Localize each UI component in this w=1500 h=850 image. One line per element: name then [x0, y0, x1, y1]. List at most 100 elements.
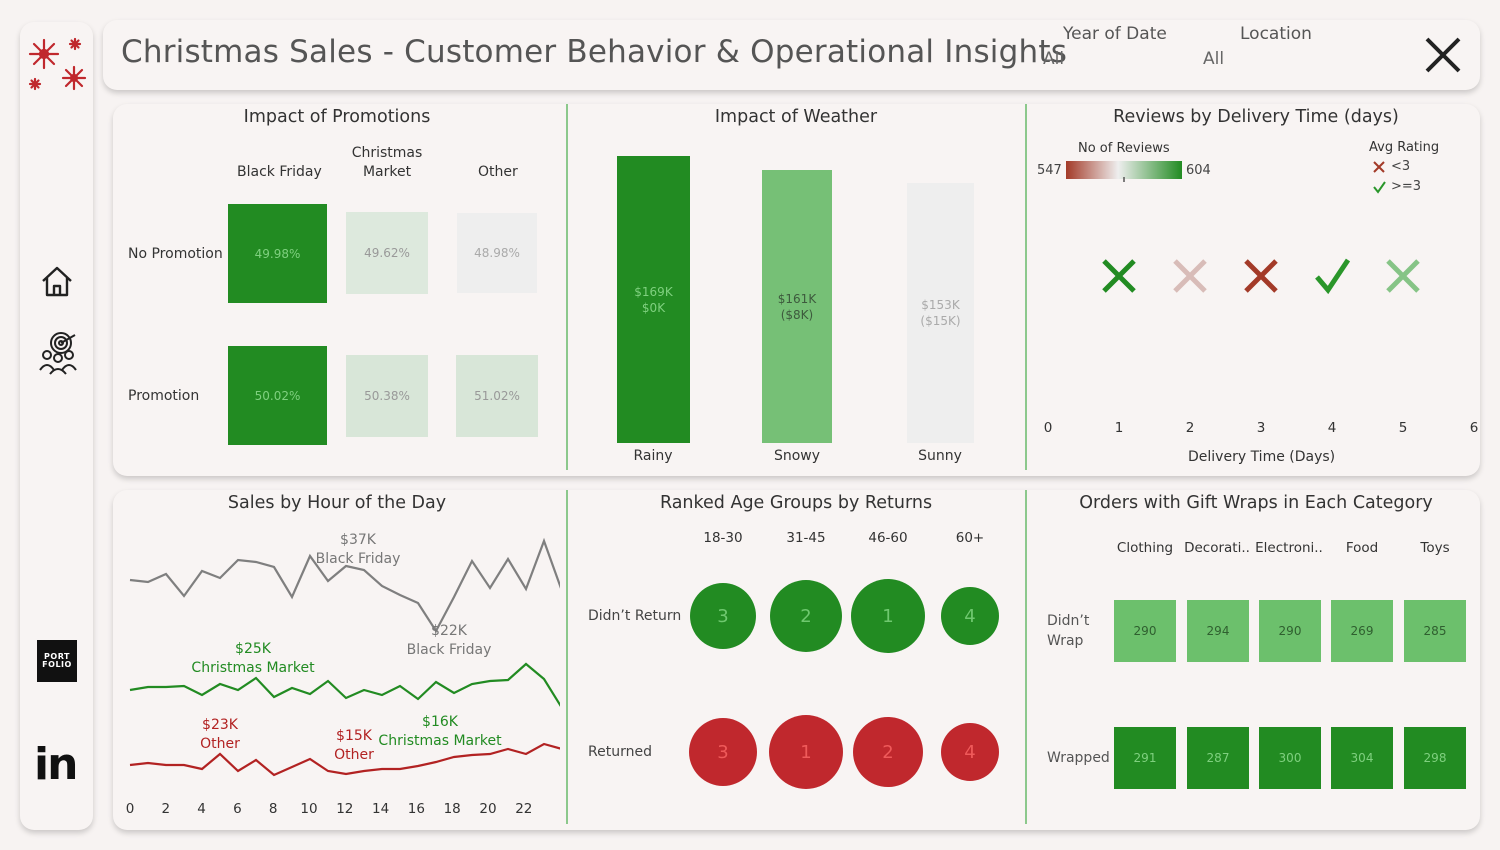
reviews-x-tick: 3 — [1257, 420, 1266, 436]
promo-col-other: Other — [478, 164, 518, 180]
linkedin-icon[interactable]: in — [34, 740, 78, 790]
rank-circle: 1 — [851, 579, 925, 653]
rating-legend-title: Avg Rating — [1369, 140, 1440, 155]
weather-bar-rainy: $169K $0K — [617, 156, 690, 443]
annotation-value: $25K — [235, 641, 271, 657]
promo-cell: 49.98% — [228, 204, 327, 303]
legend-min: 547 — [1037, 163, 1062, 178]
promo-cell: 51.02% — [456, 355, 538, 437]
hourly-x-tick: 22 — [515, 801, 533, 817]
giftwrap-cell: 304 — [1331, 727, 1393, 789]
returns-row-returned: Returned — [588, 744, 652, 760]
divider — [1025, 104, 1027, 470]
giftwrap-cell: 291 — [1114, 727, 1176, 789]
hourly-x-tick: 10 — [300, 801, 318, 817]
hourly-title: Sales by Hour of the Day — [227, 493, 447, 513]
rating-x-mark — [1102, 259, 1136, 293]
giftwrap-row-label-line2: Wrap — [1047, 633, 1084, 649]
annotation-label: Christmas Market — [191, 660, 315, 676]
promo-row-no-promotion: No Promotion — [128, 246, 223, 262]
annotation: $25K Christmas Market — [191, 640, 314, 678]
promo-col-black-friday: Black Friday — [237, 164, 322, 180]
hourly-x-tick: 18 — [443, 801, 461, 817]
category-col: Clothing — [1116, 540, 1174, 556]
giftwrap-cell: 290 — [1259, 600, 1321, 662]
hourly-x-tick: 8 — [268, 801, 278, 817]
reviews-x-tick: 6 — [1470, 420, 1479, 436]
annotation-label: Black Friday — [315, 551, 401, 567]
promotions-title: Impact of Promotions — [243, 107, 431, 127]
filter-location-label: Location — [1240, 24, 1312, 44]
rating-bad-icon — [1373, 161, 1385, 173]
rating-good-label: >=3 — [1391, 179, 1422, 194]
annotation-label: Christmas Market — [378, 733, 502, 749]
legend-gradient — [1066, 161, 1182, 182]
divider — [566, 104, 568, 470]
reviews-xlabel: Delivery Time (Days) — [1188, 449, 1336, 465]
filter-location-dropdown[interactable]: All — [1203, 49, 1224, 69]
annotation-label: Black Friday — [406, 642, 492, 658]
category-col: Decorati.. — [1184, 540, 1250, 556]
age-col: 31-45 — [786, 530, 826, 546]
rank-circle: 1 — [769, 715, 843, 789]
legend-max: 604 — [1186, 163, 1211, 178]
returns-title: Ranked Age Groups by Returns — [659, 493, 933, 513]
hourly-x-tick: 20 — [479, 801, 497, 817]
sidebar: PORT FOLIO in — [20, 22, 93, 830]
promo-row-promotion: Promotion — [128, 388, 200, 404]
rank-circle: 2 — [853, 717, 923, 787]
promo-cell: 50.38% — [346, 355, 428, 437]
hourly-x-tick: 16 — [407, 801, 425, 817]
reviews-plot: 0 1 2 3 4 5 6 — [1044, 258, 1479, 436]
giftwrap-cell: 290 — [1114, 600, 1176, 662]
weather-label: Sunny — [918, 448, 962, 464]
promo-cell: 49.62% — [346, 212, 428, 294]
hourly-x-tick: 6 — [233, 801, 242, 817]
rating-good-icon — [1373, 181, 1386, 194]
reviews-x-tick: 0 — [1044, 420, 1053, 436]
snowflake-logo-icon — [28, 37, 87, 91]
home-icon[interactable] — [37, 262, 77, 302]
hourly-x-tick: 0 — [125, 801, 135, 817]
annotation: $37K Black Friday — [316, 531, 401, 569]
annotation-value: $37K — [340, 532, 376, 548]
category-col: Toys — [1420, 540, 1450, 556]
returns-row-didnt-return: Didn’t Return — [588, 608, 682, 624]
close-icon[interactable] — [1416, 28, 1470, 82]
giftwrap-cell: 269 — [1331, 600, 1393, 662]
weather-bar-diff: ($15K) — [920, 314, 961, 328]
hourly-x-tick: 12 — [336, 801, 354, 817]
weather-bar-value: $161K — [777, 291, 817, 306]
annotation-value: $22K — [431, 623, 467, 639]
age-col: 18-30 — [703, 530, 743, 546]
promo-cell: 48.98% — [457, 213, 537, 293]
page-title: Christmas Sales - Customer Behavior & Op… — [121, 34, 1068, 70]
weather-bar-sunny: $153K ($15K) — [907, 183, 974, 443]
giftwrap-cell: 300 — [1259, 727, 1321, 789]
divider — [1025, 490, 1027, 824]
weather-bar-value: $169K — [634, 284, 673, 299]
giftwrap-cell: 294 — [1187, 600, 1249, 662]
rating-x-mark — [1173, 259, 1207, 293]
annotation: $15K Other — [334, 727, 374, 765]
reviews-x-tick: 5 — [1399, 420, 1408, 436]
annotation: $22K Black Friday — [407, 622, 492, 660]
weather-bar-value: $153K — [921, 298, 960, 312]
filter-year-dropdown[interactable]: All — [1043, 49, 1064, 69]
weather-bar-diff: $0K — [641, 300, 666, 315]
annotation-value: $16K — [422, 714, 458, 730]
rank-circle: 2 — [770, 580, 842, 652]
reviews-x-tick: 4 — [1328, 420, 1337, 436]
promo-cell: 50.02% — [228, 346, 327, 445]
annotation: $16K Christmas Market — [378, 713, 501, 751]
portfolio-icon[interactable]: PORT FOLIO — [37, 640, 77, 682]
rating-check-mark — [1315, 258, 1351, 295]
weather-title: Impact of Weather — [714, 107, 878, 127]
annotation-value: $23K — [202, 717, 238, 733]
hourly-x-tick: 4 — [197, 801, 206, 817]
divider — [566, 490, 568, 824]
giftwrap-row-label-line1: Didn’t — [1047, 613, 1090, 629]
annotation-label: Other — [200, 736, 240, 752]
target-audience-icon[interactable] — [37, 330, 79, 376]
rank-circle: 3 — [690, 583, 756, 649]
